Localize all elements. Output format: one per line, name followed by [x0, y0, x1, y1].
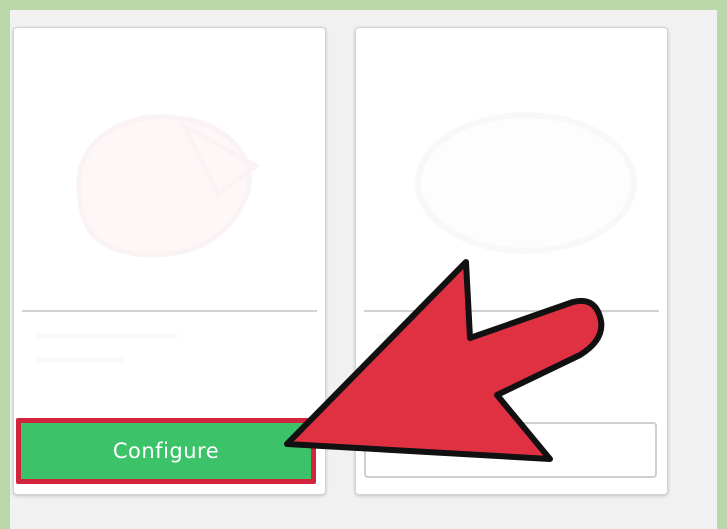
option-card-configure: Configure: [13, 27, 326, 495]
faint-text-lines: [376, 333, 576, 403]
configure-highlight-box: Configure: [16, 418, 316, 484]
configure-button[interactable]: Configure: [21, 423, 311, 479]
faint-line: [34, 333, 178, 339]
secondary-action-button[interactable]: [364, 422, 657, 478]
faint-line: [376, 357, 456, 363]
device-outline-icon: [76, 114, 261, 258]
option-card-secondary: [355, 27, 668, 495]
card-divider: [22, 310, 317, 312]
oval-outline-icon: [415, 112, 637, 254]
card-divider: [364, 310, 659, 312]
faint-line: [376, 333, 506, 339]
faint-text-lines: [34, 333, 234, 403]
faint-line: [34, 357, 126, 363]
